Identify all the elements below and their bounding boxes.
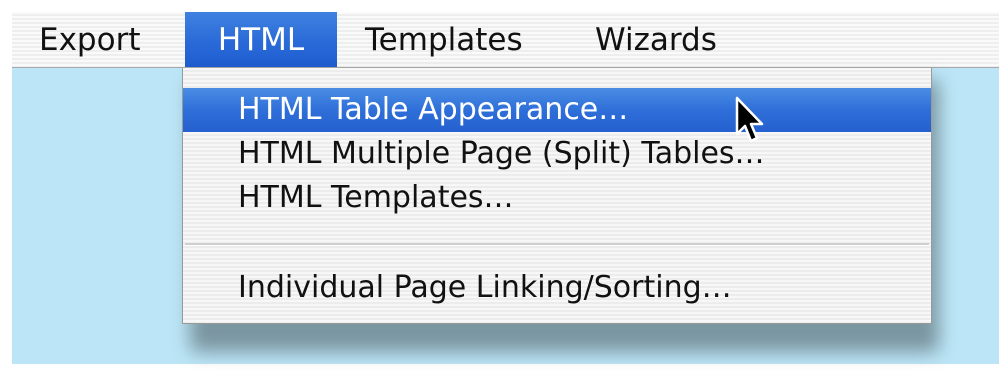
menu-item-individual-page-linking-sorting[interactable]: Individual Page Linking/Sorting… — [183, 266, 931, 310]
menu-wizards[interactable]: Wizards — [595, 12, 717, 67]
menu-export[interactable]: Export — [39, 12, 140, 67]
menu-item-html-multiple-page-split-tables[interactable]: HTML Multiple Page (Split) Tables… — [183, 132, 931, 176]
screen: Export HTML Templates Wizards HTML Table… — [0, 0, 999, 378]
menu-templates[interactable]: Templates — [365, 12, 523, 67]
arrow-pointer-icon — [735, 96, 764, 143]
menu-html[interactable]: HTML — [185, 12, 337, 67]
html-dropdown-menu: HTML Table Appearance… HTML Multiple Pag… — [182, 68, 932, 324]
menu-item-html-templates[interactable]: HTML Templates… — [183, 176, 931, 220]
menu-separator — [185, 243, 929, 246]
menu-item-html-table-appearance[interactable]: HTML Table Appearance… — [183, 88, 931, 132]
menu-bar: Export HTML Templates Wizards — [12, 12, 999, 68]
